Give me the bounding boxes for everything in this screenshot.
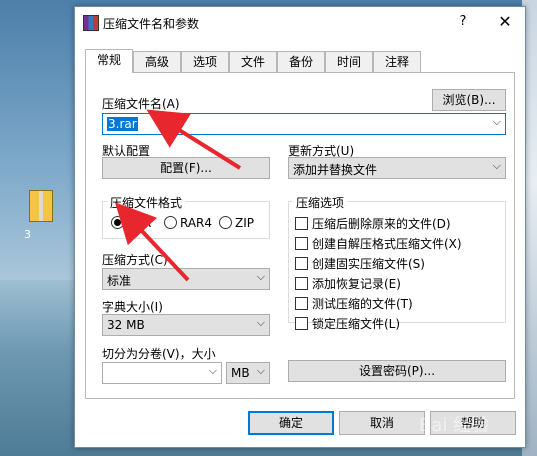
option-label: 创建固实压缩文件(S) [312, 257, 425, 271]
split-unit-select[interactable]: MB ⌵ [226, 362, 270, 384]
archive-file-icon [29, 190, 53, 222]
format-rar4-radio[interactable]: RAR4 [164, 216, 212, 232]
update-mode-value: 添加并替换文件 [293, 163, 378, 177]
split-size-input[interactable]: ⌵ [102, 362, 222, 384]
option-label: 锁定压缩文件(L) [312, 317, 401, 331]
checkbox-icon [295, 217, 308, 230]
sfx-checkbox[interactable]: 创建自解压格式压缩文件(X) [295, 235, 462, 251]
checkbox-icon [295, 317, 308, 330]
checkbox-icon [295, 277, 308, 290]
archive-name-value: 3.rar [107, 117, 138, 131]
dictionary-label: 字典大小(I) [102, 300, 163, 314]
set-password-button[interactable]: 设置密码(P)... [288, 360, 506, 382]
browse-button[interactable]: 浏览(B)... [432, 89, 506, 111]
watermark-text: Bai 经验 [419, 415, 489, 436]
archive-name-label: 压缩文件名(A) [102, 97, 180, 111]
title-bar[interactable]: 压缩文件名和参数 ? ✕ [75, 7, 525, 37]
archive-dialog: 压缩文件名和参数 ? ✕ 常规 高级 选项 文件 备份 时间 注释 压缩文件名(… [74, 6, 526, 448]
option-label: 压缩后删除原来的文件(D) [312, 217, 451, 231]
solid-checkbox[interactable]: 创建固实压缩文件(S) [295, 255, 425, 271]
tab-general[interactable]: 常规 [85, 49, 133, 73]
format-group-title: 压缩文件格式 [107, 194, 186, 211]
cancel-button[interactable]: 取消 [339, 411, 425, 435]
chevron-down-icon: ⌵ [256, 316, 265, 329]
radio-selected-icon [111, 216, 124, 229]
test-checkbox[interactable]: 测试压缩的文件(T) [295, 295, 413, 311]
tab-comment[interactable]: 注释 [373, 51, 421, 72]
help-question-button[interactable]: ? [455, 14, 471, 29]
options-group: 压缩选项 压缩后删除原来的文件(D) 创建自解压格式压缩文件(X) 创建固实压缩… [288, 194, 506, 331]
dialog-title: 压缩文件名和参数 [103, 17, 200, 31]
chevron-down-icon[interactable]: ⌵ [493, 115, 501, 129]
profiles-button[interactable]: 配置(F)... [102, 157, 270, 179]
radio-icon [164, 216, 177, 229]
format-zip-radio[interactable]: ZIP [219, 216, 254, 232]
close-icon[interactable]: ✕ [495, 12, 515, 31]
checkbox-icon [295, 297, 308, 310]
split-unit-value: MB [231, 366, 250, 380]
archive-name-input[interactable]: 3.rar ⌵ [102, 113, 506, 135]
dictionary-value: 32 MB [107, 318, 145, 332]
tab-options[interactable]: 选项 [181, 51, 229, 72]
tab-time[interactable]: 时间 [325, 51, 373, 72]
format-zip-label: ZIP [235, 216, 254, 230]
tab-files[interactable]: 文件 [229, 51, 277, 72]
chevron-down-icon: ⌵ [256, 270, 265, 283]
format-rar-radio[interactable]: RAR [111, 216, 151, 232]
split-label: 切分为分卷(V)，大小 [102, 347, 216, 361]
format-rar4-label: RAR4 [180, 216, 213, 230]
ok-button[interactable]: 确定 [248, 411, 334, 435]
lock-checkbox[interactable]: 锁定压缩文件(L) [295, 315, 400, 331]
chevron-down-icon: ⌵ [492, 159, 501, 172]
format-group: 压缩文件格式 RAR RAR4 ZIP [102, 194, 270, 239]
dictionary-select[interactable]: 32 MB ⌵ [102, 314, 270, 336]
chevron-down-icon[interactable]: ⌵ [209, 364, 217, 378]
tab-backup[interactable]: 备份 [277, 51, 325, 72]
option-label: 添加恢复记录(E) [312, 277, 401, 291]
update-mode-select[interactable]: 添加并替换文件 ⌵ [288, 157, 506, 179]
method-select[interactable]: 标准 ⌵ [102, 268, 270, 290]
desktop-archive-icon[interactable]: 3 [24, 190, 56, 241]
option-label: 测试压缩的文件(T) [312, 297, 413, 311]
general-panel: 压缩文件名(A) 浏览(B)... 3.rar ⌵ 默认配置 配置(F)... … [85, 72, 515, 399]
tab-advanced[interactable]: 高级 [133, 51, 181, 72]
radio-icon [219, 216, 232, 229]
method-label: 压缩方式(C) [102, 253, 168, 267]
method-value: 标准 [107, 274, 132, 288]
chevron-down-icon: ⌵ [256, 364, 265, 377]
delete-after-checkbox[interactable]: 压缩后删除原来的文件(D) [295, 215, 451, 231]
option-label: 创建自解压格式压缩文件(X) [312, 237, 462, 251]
winrar-icon [83, 15, 99, 31]
recovery-checkbox[interactable]: 添加恢复记录(E) [295, 275, 401, 291]
desktop-icon-label: 3 [24, 228, 31, 241]
format-rar-label: RAR [127, 216, 152, 230]
options-group-title: 压缩选项 [293, 194, 348, 211]
checkbox-icon [295, 237, 308, 250]
checkbox-icon [295, 257, 308, 270]
watermark-logo: Bai 经验 [415, 405, 530, 445]
